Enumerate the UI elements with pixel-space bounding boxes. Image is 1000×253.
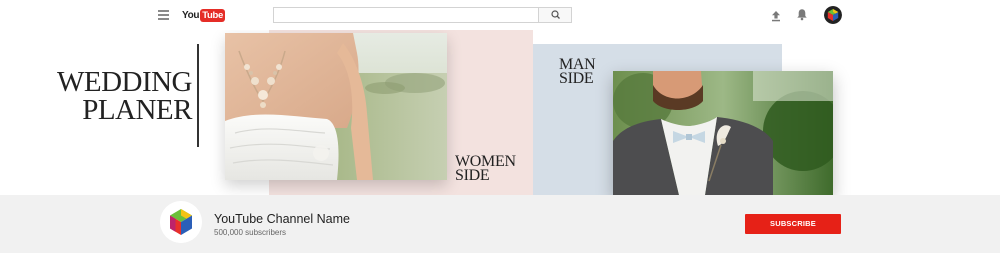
groom-photo: [613, 71, 833, 195]
search-button[interactable]: [538, 7, 572, 23]
women-side-line-2: SIDE: [455, 167, 490, 184]
channel-header: YouTube Channel Name 500,000 subscribers…: [0, 195, 1000, 253]
youtube-channel-page: You Tube WEDDING PLANER WOMEN SIDE MAN S…: [0, 0, 1000, 253]
man-side-line-2: SIDE: [559, 70, 594, 87]
subscriber-count: 500,000 subscribers: [214, 228, 287, 237]
man-side-label: MAN SIDE: [559, 57, 596, 87]
channel-avatar[interactable]: [160, 201, 202, 243]
channel-name[interactable]: YouTube Channel Name: [214, 212, 350, 226]
search-icon: [551, 10, 560, 19]
search-input[interactable]: [273, 7, 538, 23]
hamburger-menu-icon[interactable]: [158, 10, 169, 20]
banner-title-line-2: PLANER: [82, 94, 192, 126]
title-divider: [197, 44, 199, 147]
bride-photo: [225, 33, 447, 180]
banner-title-line-1: WEDDING: [56, 66, 193, 98]
banner-title: WEDDING PLANER: [30, 66, 193, 126]
upload-icon[interactable]: [770, 9, 782, 22]
logo-you-text: You: [182, 9, 200, 21]
women-side-label: WOMEN SIDE: [455, 154, 516, 184]
channel-banner: WEDDING PLANER WOMEN SIDE MAN SIDE: [0, 30, 1000, 195]
account-avatar[interactable]: [824, 6, 842, 24]
logo-tube-text: Tube: [200, 8, 226, 22]
youtube-logo[interactable]: You Tube: [182, 8, 226, 22]
subscribe-button[interactable]: SUBSCRIBE: [745, 214, 841, 234]
top-bar: You Tube: [0, 0, 1000, 30]
notifications-bell-icon[interactable]: [796, 8, 808, 21]
